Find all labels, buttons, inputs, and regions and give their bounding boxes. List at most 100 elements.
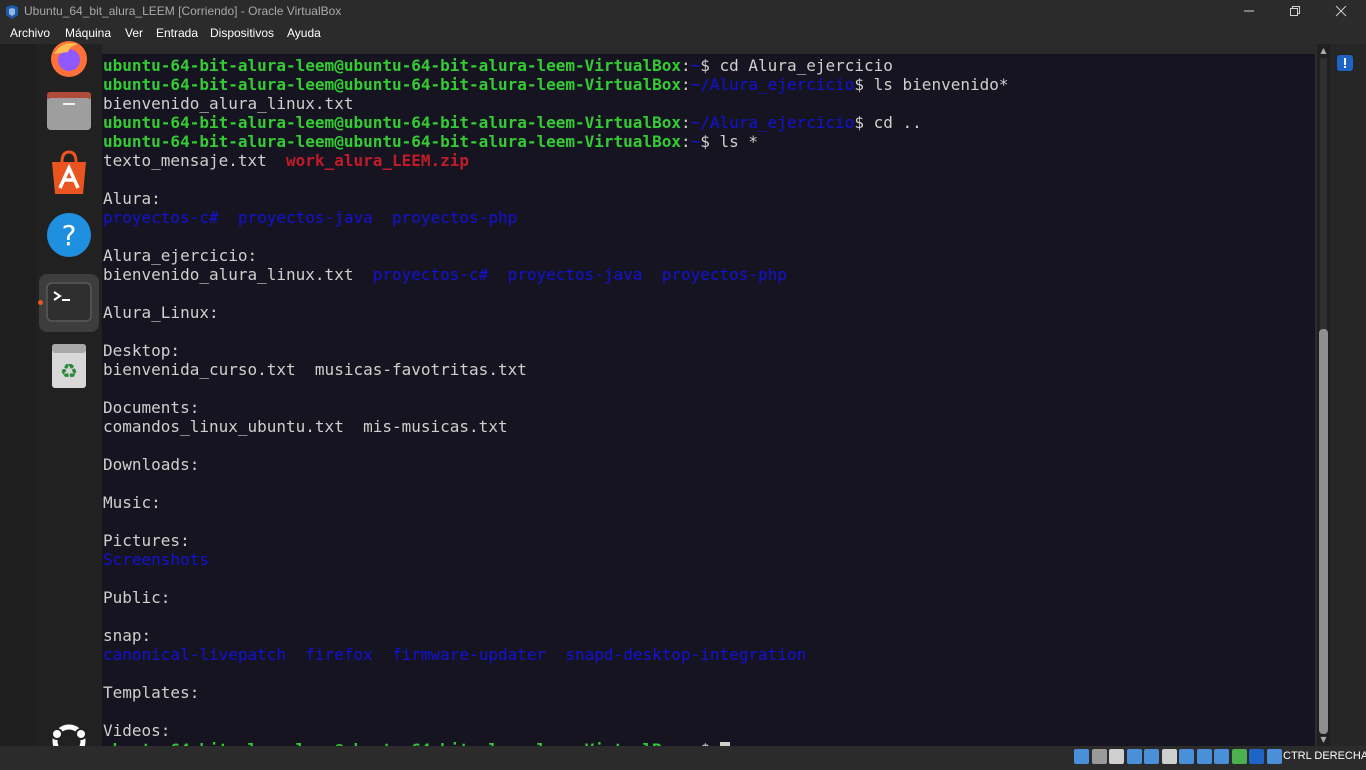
dock-firefox[interactable] <box>44 34 94 84</box>
display-icon[interactable] <box>1179 749 1194 764</box>
terminal-line: Downloads: <box>103 455 1009 474</box>
dock-terminal[interactable] <box>44 278 94 328</box>
terminal-text: Alura: <box>103 189 161 208</box>
terminal-text: canonical-livepatch <box>103 645 287 664</box>
terminal-line: Music: <box>103 493 1009 512</box>
restore-icon <box>1290 6 1300 16</box>
usb-icon[interactable] <box>1144 749 1159 764</box>
terminal-text: ubuntu-64-bit-alura-leem@ubuntu-64-bit-a… <box>103 113 681 132</box>
keyboard-icon[interactable] <box>1266 749 1282 764</box>
audio-icon[interactable] <box>1109 749 1124 764</box>
terminal-text: Alura_Linux: <box>103 303 219 322</box>
terminal-text: ~ <box>690 56 701 75</box>
terminal-text: proyectos-c# <box>372 265 489 284</box>
terminal-line: proyectos-c# proyectos-java proyectos-ph… <box>103 208 1009 227</box>
terminal-text: : <box>680 113 691 132</box>
terminal-text: bienvenido_alura_linux.txt <box>103 94 354 113</box>
scroll-up-icon[interactable]: ▲ <box>1319 47 1328 55</box>
shared-folders-icon[interactable] <box>1161 749 1177 764</box>
dock-help[interactable]: ? <box>44 210 94 260</box>
optical-drive-icon[interactable] <box>1091 749 1107 764</box>
maximize-button[interactable] <box>1272 0 1318 23</box>
scroll-down-icon[interactable]: ▼ <box>1319 736 1328 744</box>
help-icon: ? <box>47 213 91 257</box>
terminal-text: : <box>680 56 691 75</box>
terminal-text: Public: <box>103 588 171 607</box>
minimize-button[interactable] <box>1226 0 1272 23</box>
close-icon <box>1335 5 1347 17</box>
terminal-line: Screenshots <box>103 550 1009 569</box>
terminal-text: Templates: <box>103 683 200 702</box>
terminal-line: Pictures: <box>103 531 1009 550</box>
host-left-margin <box>0 44 36 746</box>
hard-disk-icon[interactable] <box>1074 749 1089 764</box>
terminal-text: firefox <box>305 645 373 664</box>
terminal-text: proyectos-php <box>391 208 518 227</box>
terminal-text: : <box>680 75 691 94</box>
terminal-text: $ cd Alura_ejercicio <box>700 56 893 75</box>
terminal-text: bienvenida_curso.txt musicas-favotritas.… <box>103 360 527 379</box>
files-icon <box>47 92 91 130</box>
dock-app-center[interactable] <box>44 148 94 198</box>
terminal-window[interactable]: ubuntu-64-bit-alura-leem@ubuntu-64-bit-a… <box>102 44 1315 746</box>
window-titlebar: Ubuntu_64_bit_alura_LEEM [Corriendo] - O… <box>0 0 1366 23</box>
terminal-text: Screenshots <box>103 550 209 569</box>
terminal-line: ubuntu-64-bit-alura-leem@ubuntu-64-bit-a… <box>103 75 1009 94</box>
terminal-line: Documents: <box>103 398 1009 417</box>
terminal-text: Pictures: <box>103 531 190 550</box>
terminal-icon <box>46 282 92 322</box>
svg-text:?: ? <box>62 219 77 252</box>
terminal-line: ubuntu-64-bit-alura-leem@ubuntu-64-bit-a… <box>103 132 1009 151</box>
host-scrollbar[interactable]: ▲ ▼ <box>1317 44 1330 746</box>
terminal-text: bienvenido_alura_linux.txt <box>103 265 373 284</box>
terminal-text: Documents: <box>103 398 200 417</box>
terminal-line: comandos_linux_ubuntu.txt mis-musicas.tx… <box>103 417 1009 436</box>
window-title: Ubuntu_64_bit_alura_LEEM [Corriendo] - O… <box>24 4 342 18</box>
terminal-line: Alura: <box>103 189 1009 208</box>
dock-trash[interactable]: ♻ <box>44 340 94 390</box>
terminal-line: bienvenido_alura_linux.txt proyectos-c# … <box>103 265 1009 284</box>
terminal-text: Downloads: <box>103 455 200 474</box>
host-key-label: CTRL DERECHA <box>1283 750 1366 762</box>
menu-ayuda[interactable]: Ayuda <box>287 26 321 40</box>
notification-icon[interactable] <box>1337 55 1353 71</box>
menu-dispositivos[interactable]: Dispositivos <box>210 26 274 40</box>
terminal-text: : <box>680 132 691 151</box>
terminal-output[interactable]: ubuntu-64-bit-alura-leem@ubuntu-64-bit-a… <box>103 56 1009 746</box>
terminal-line: canonical-livepatch firefox firmware-upd… <box>103 645 1009 664</box>
mouse-integration-icon[interactable] <box>1249 749 1264 764</box>
terminal-text: firmware-updater <box>392 645 547 664</box>
network-icon[interactable] <box>1126 749 1142 764</box>
scroll-thumb[interactable] <box>1319 329 1328 734</box>
minimize-icon <box>1244 10 1254 12</box>
terminal-line: Templates: <box>103 683 1009 702</box>
terminal-line: Alura_Linux: <box>103 303 1009 322</box>
terminal-text: ~ <box>690 132 701 151</box>
terminal-text: proyectos-java <box>507 265 643 284</box>
terminal-text: proyectos-php <box>661 265 787 284</box>
virtualization-icon[interactable] <box>1214 749 1229 764</box>
terminal-text: Alura_ejercicio: <box>103 246 258 265</box>
dock-files[interactable] <box>44 86 94 136</box>
terminal-line: Public: <box>103 588 1009 607</box>
cpu-icon[interactable] <box>1231 749 1247 764</box>
menu-entrada[interactable]: Entrada <box>156 26 198 40</box>
terminal-text: $ ls * <box>700 132 759 151</box>
close-button[interactable] <box>1318 0 1364 23</box>
terminal-text: work_alura_LEEM.zip <box>286 151 470 170</box>
menu-ver[interactable]: Ver <box>125 26 143 40</box>
terminal-line: ubuntu-64-bit-alura-leem@ubuntu-64-bit-a… <box>103 56 1009 75</box>
svg-text:♻: ♻ <box>60 359 78 383</box>
recording-icon[interactable] <box>1196 749 1212 764</box>
